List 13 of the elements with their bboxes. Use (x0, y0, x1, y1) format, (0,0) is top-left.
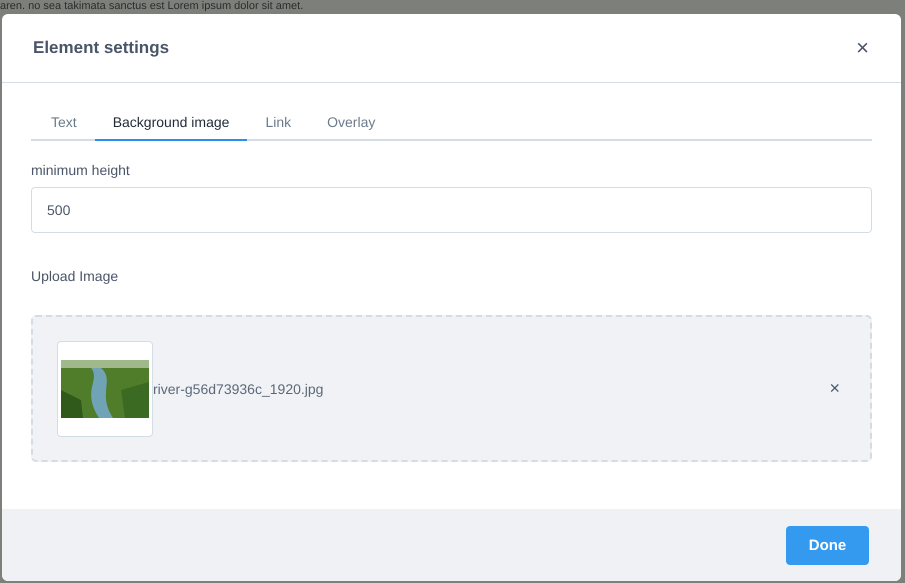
field-label: minimum height (31, 162, 131, 178)
file-name: river-g56d73936c_1920.jpg (153, 380, 324, 396)
tab[interactable]: Text (33, 107, 95, 141)
remove-button[interactable]: × (823, 377, 846, 400)
close-button[interactable]: × (854, 37, 871, 59)
tab[interactable]: Link (247, 107, 310, 141)
upload-dropzone[interactable]: river-g56d73936c_1920.jpg × (31, 315, 872, 462)
tab[interactable]: Overlay (309, 107, 394, 141)
input-field[interactable]: 500 (31, 187, 872, 233)
background-text: aren. no sea takimata sanctus est Lorem ipsum dolor sit amet. (0, 0, 304, 13)
dialog-title: Element settings (33, 38, 170, 58)
tab[interactable]: Background image (94, 107, 248, 141)
field-label: Upload Image (31, 268, 120, 284)
